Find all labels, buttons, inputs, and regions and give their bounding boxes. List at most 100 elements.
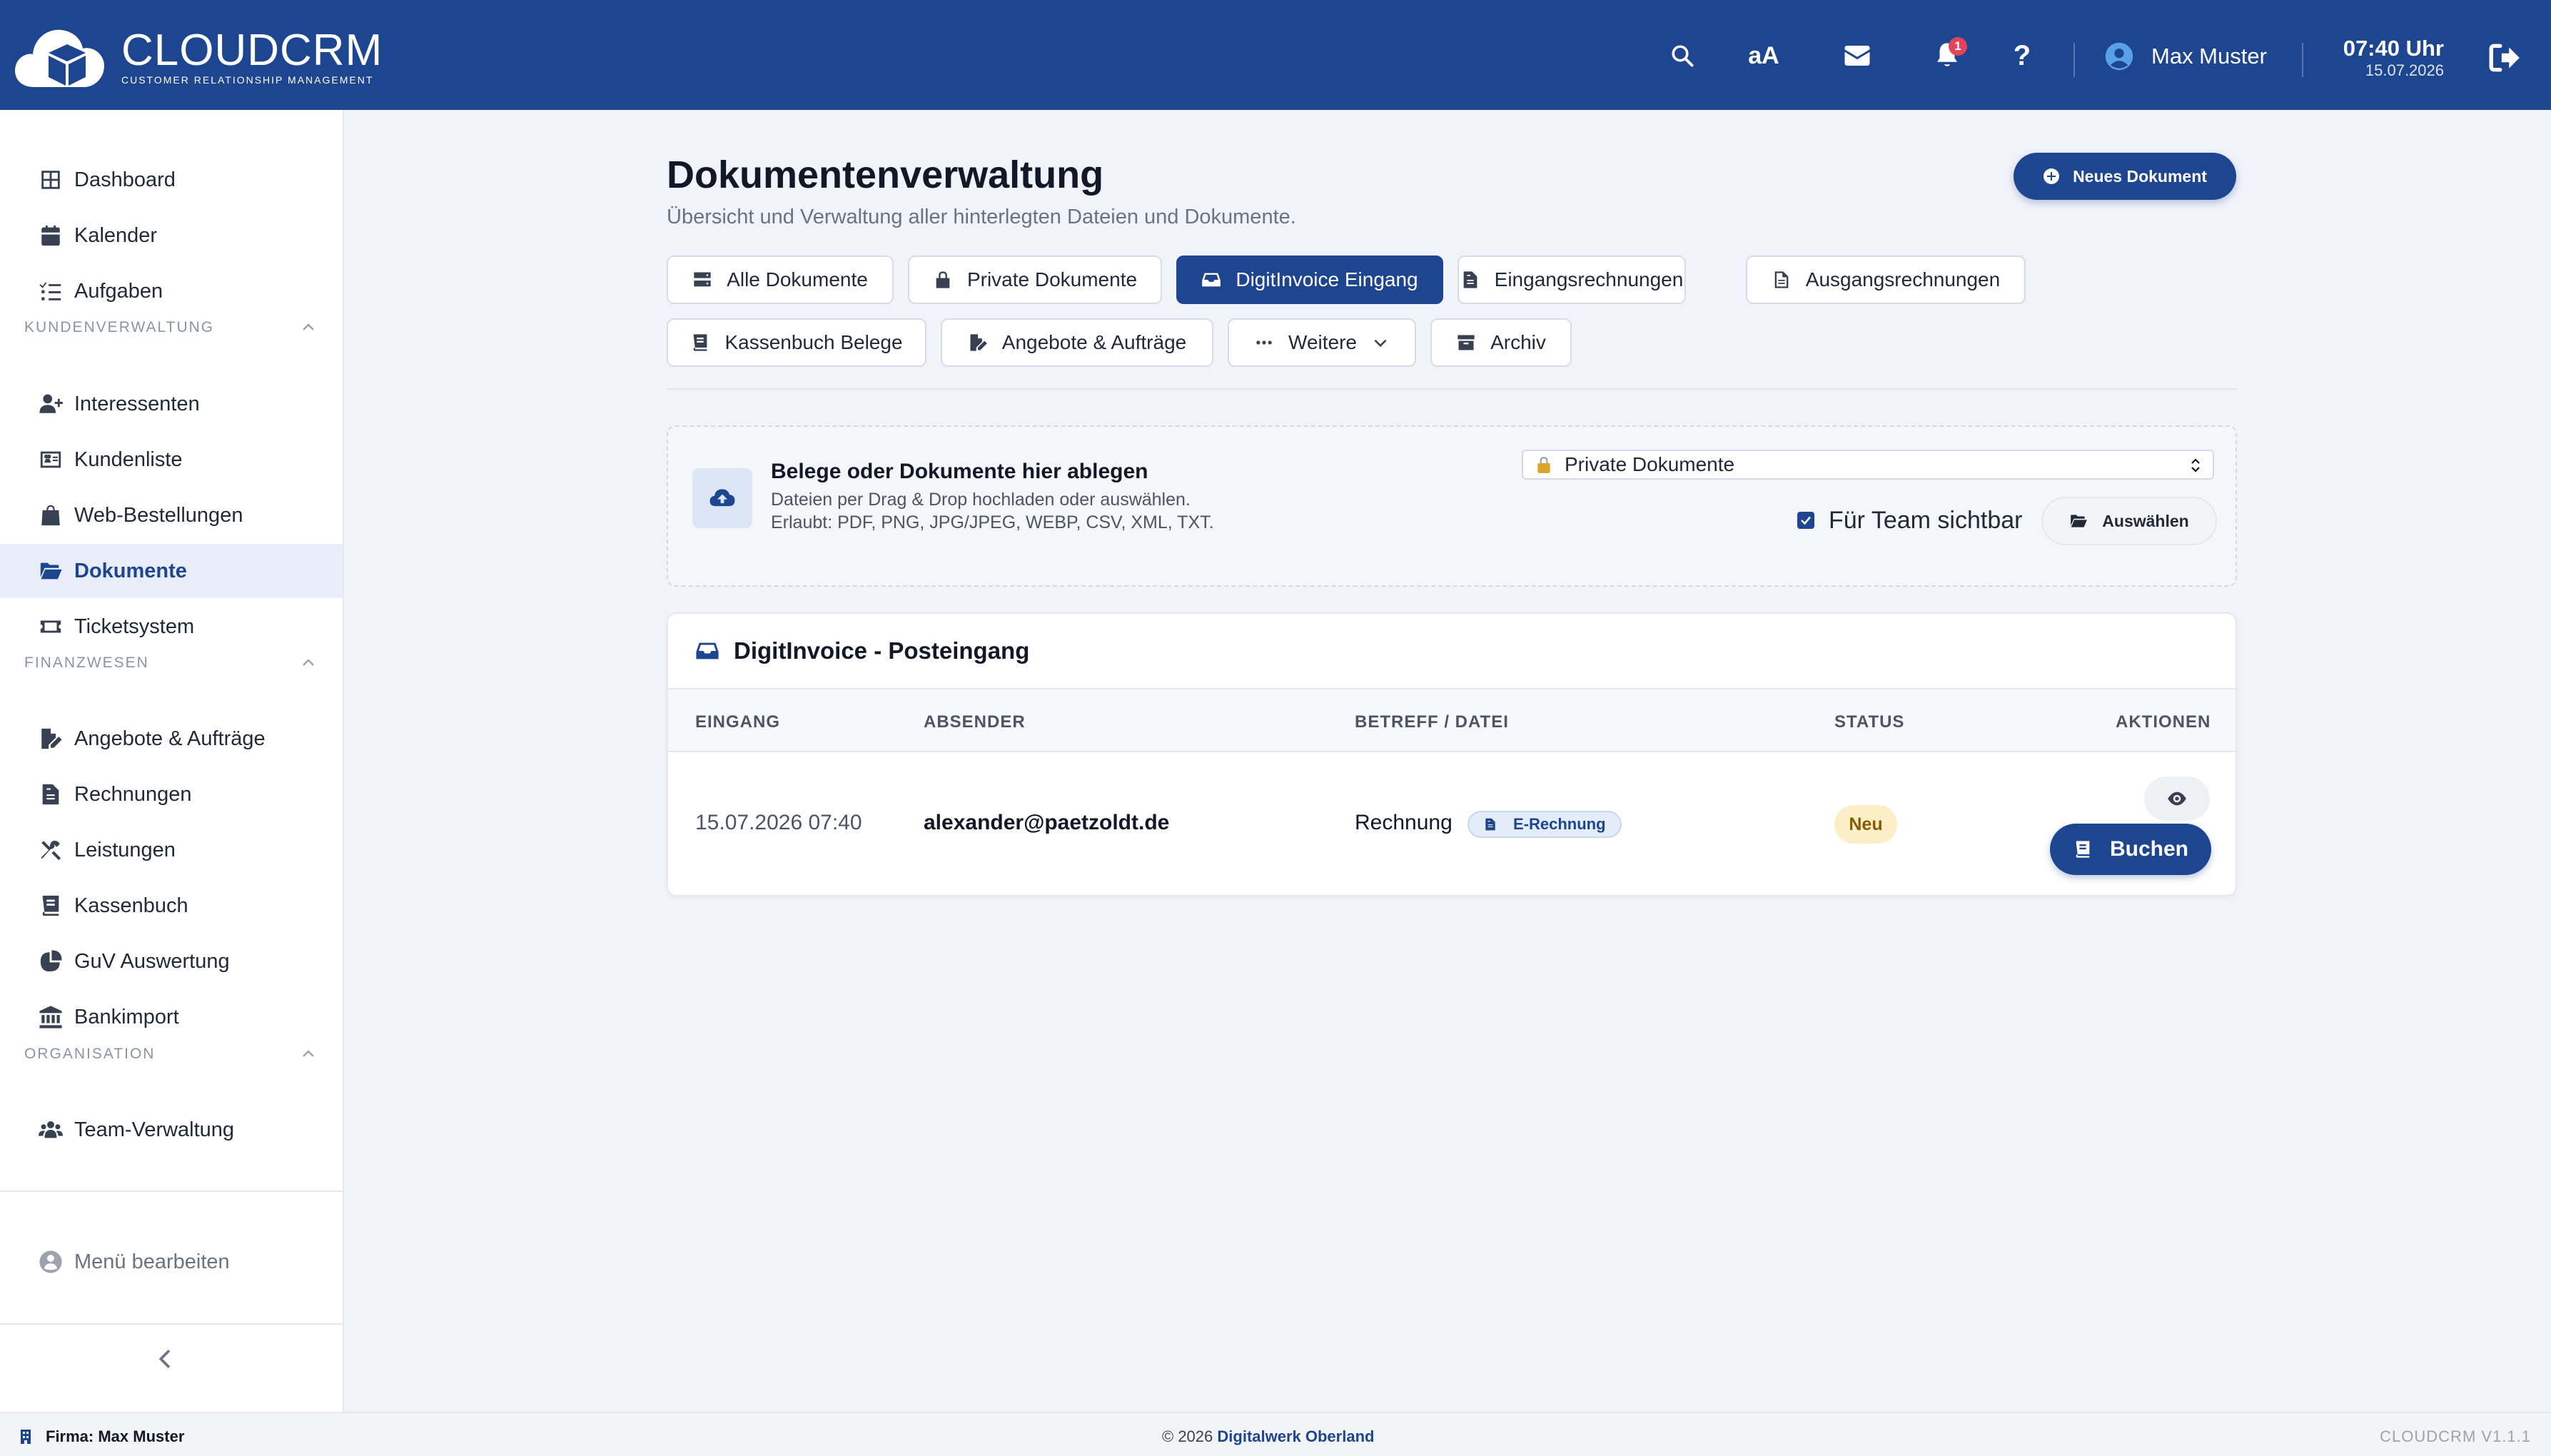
target-folder-value: Private Dokumente [1565,453,1735,475]
tab-ausgangsrechnungen[interactable]: Ausgangsrechnungen [1746,256,2026,304]
team-visible-checkbox[interactable]: Für Team sichtbar [1797,504,2022,537]
task-list-icon [39,282,61,300]
search-button[interactable] [1662,36,1702,76]
sidebar-item-kassenbuch[interactable]: Kassenbuch [0,879,343,933]
checkbox-checked[interactable] [1797,512,1814,529]
sidebar-item-leistungen[interactable]: Leistungen [0,823,343,877]
sidebar-section-kundenverwaltung[interactable]: KUNDENVERWALTUNG [24,317,317,338]
sidebar-item-bankimport[interactable]: Bankimport [0,990,343,1044]
page-title: Dokumentenverwaltung [667,153,1104,196]
plus-circle-icon [2044,168,2060,184]
check-icon [1801,516,1811,525]
sidebar-item-aufgaben[interactable]: Aufgaben [0,264,343,318]
sidebar-item-label: Angebote & Aufträge [74,727,266,750]
cloud-upload-icon [709,489,735,507]
sidebar-item-interessenten[interactable]: Interessenten [0,377,343,431]
book-button[interactable]: Buchen [2050,824,2211,875]
current-time: 07:40 Uhr [2343,36,2444,61]
cloud-cube-logo-icon [15,29,104,87]
grid-icon [41,171,60,189]
tab-label: DigitInvoice Eingang [1236,268,1418,290]
font-size-button[interactable]: aA [1744,36,1784,76]
choose-file-button[interactable]: Auswählen [2041,497,2217,545]
logout-button[interactable] [2487,40,2522,76]
upload-icon-box [692,468,752,528]
calendar-icon [41,225,60,246]
tab-label: Kassenbuch Belege [724,331,903,353]
sidebar-divider [0,1323,343,1325]
ellipsis-icon [1256,340,1272,345]
sidebar-item-rechnungen[interactable]: Rechnungen [0,767,343,821]
page-subtitle: Übersicht und Verwaltung aller hinterleg… [667,206,1296,228]
sidebar-item-web-bestellungen[interactable]: Web-Bestellungen [0,488,343,542]
tab-label: Eingangsrechnungen [1494,268,1684,290]
chevron-up-icon [303,1050,314,1057]
user-menu[interactable]: Max Muster [2104,40,2267,73]
shopping-bag-icon [41,505,60,526]
padlock-icon [1537,457,1550,473]
sidebar-item-ticketsystem[interactable]: Ticketsystem [0,600,343,654]
section-label: FINANZWESEN [24,654,149,671]
view-button[interactable] [2144,777,2210,821]
team-visible-label: Für Team sichtbar [1829,506,2023,534]
tab-eingangsrechnungen[interactable]: Eingangsrechnungen [1458,256,1686,304]
help-button[interactable]: ? [2002,36,2042,76]
sidebar-item-dokumente[interactable]: Dokumente [0,544,343,598]
sidebar-item-angebote[interactable]: Angebote & Aufträge [0,712,343,766]
sidebar-section-finanzwesen[interactable]: FINANZWESEN [24,652,317,674]
sidebar-item-label: Rechnungen [74,782,192,806]
tools-icon [41,840,61,861]
inbox-title: DigitInvoice - Posteingang [734,637,1030,664]
header-divider [2073,43,2075,77]
sidebar-item-team-verwaltung[interactable]: Team-Verwaltung [0,1103,343,1157]
tab-label: Archiv [1490,331,1546,353]
column-header-status[interactable]: STATUS [1834,712,1904,732]
sidebar-item-kundenliste[interactable]: Kundenliste [0,433,343,487]
status-badge: Neu [1834,805,1897,844]
target-folder-select[interactable]: Private Dokumente [1522,450,2214,480]
company-link[interactable]: Digitalwerk Oberland [1217,1427,1374,1445]
logo[interactable]: CLOUDCRM CUSTOMER RELATIONSHIP MANAGEMEN… [13,21,383,93]
sidebar-item-label: Kassenbuch [74,894,188,917]
chevron-up-icon [303,659,314,666]
notifications-button[interactable]: 1 [1927,36,1967,76]
user-circle-icon [2105,42,2133,71]
upload-dropzone[interactable]: Belege oder Dokumente hier ablegen Datei… [667,425,2237,587]
tab-private-dokumente[interactable]: Private Dokumente [908,256,1162,304]
column-header-eingang[interactable]: EINGANG [695,712,780,732]
sidebar-item-guv[interactable]: GuV Auswertung [0,934,343,989]
sidebar-section-organisation[interactable]: ORGANISATION [24,1043,317,1065]
column-header-absender[interactable]: ABSENDER [924,712,1026,732]
column-header-betreff[interactable]: BETREFF / DATEI [1355,712,1509,732]
invoice-icon [1485,818,1495,831]
new-document-button[interactable]: Neues Dokument [2014,153,2236,200]
logo-tagline: CUSTOMER RELATIONSHIP MANAGEMENT [121,74,374,86]
tab-archiv[interactable]: Archiv [1430,318,1572,367]
sidebar-collapse-button[interactable] [151,1345,180,1373]
menu-edit-label: Menü bearbeiten [74,1250,230,1273]
upload-hint: Dateien per Drag & Drop hochladen oder a… [771,490,1191,510]
section-label: KUNDENVERWALTUNG [24,319,215,335]
notification-badge: 1 [1949,37,1967,56]
footer-version: CLOUDCRM V1.1.1 [2380,1427,2531,1445]
tab-kassenbuch-belege[interactable]: Kassenbuch Belege [667,318,926,367]
sidebar-item-label: Web-Bestellungen [74,503,243,527]
archive-icon [1458,335,1475,350]
file-icon [1774,271,1789,288]
server-icon [694,272,711,287]
tab-alle-dokumente[interactable]: Alle Dokumente [667,256,894,304]
mail-button[interactable] [1837,36,1877,76]
tab-digitinvoice-eingang[interactable]: DigitInvoice Eingang [1176,256,1443,304]
tab-angebote-auftraege[interactable]: Angebote & Aufträge [941,318,1213,367]
menu-edit-button[interactable]: Menü bearbeiten [0,1235,343,1289]
users-icon [39,1121,63,1138]
sidebar-item-label: Dokumente [74,559,187,582]
upload-allowed-types: Erlaubt: PDF, PNG, JPG/JPEG, WEBP, CSV, … [771,512,1214,532]
sidebar-item-dashboard[interactable]: Dashboard [0,153,343,207]
file-signature-icon [970,334,987,351]
sidebar-item-kalender[interactable]: Kalender [0,208,343,263]
file-signature-icon [41,728,62,749]
chevron-down-icon [1374,339,1387,348]
footer-company-label: Firma: Max Muster [46,1427,185,1445]
tab-weitere-dropdown[interactable]: Weitere [1228,318,1416,367]
